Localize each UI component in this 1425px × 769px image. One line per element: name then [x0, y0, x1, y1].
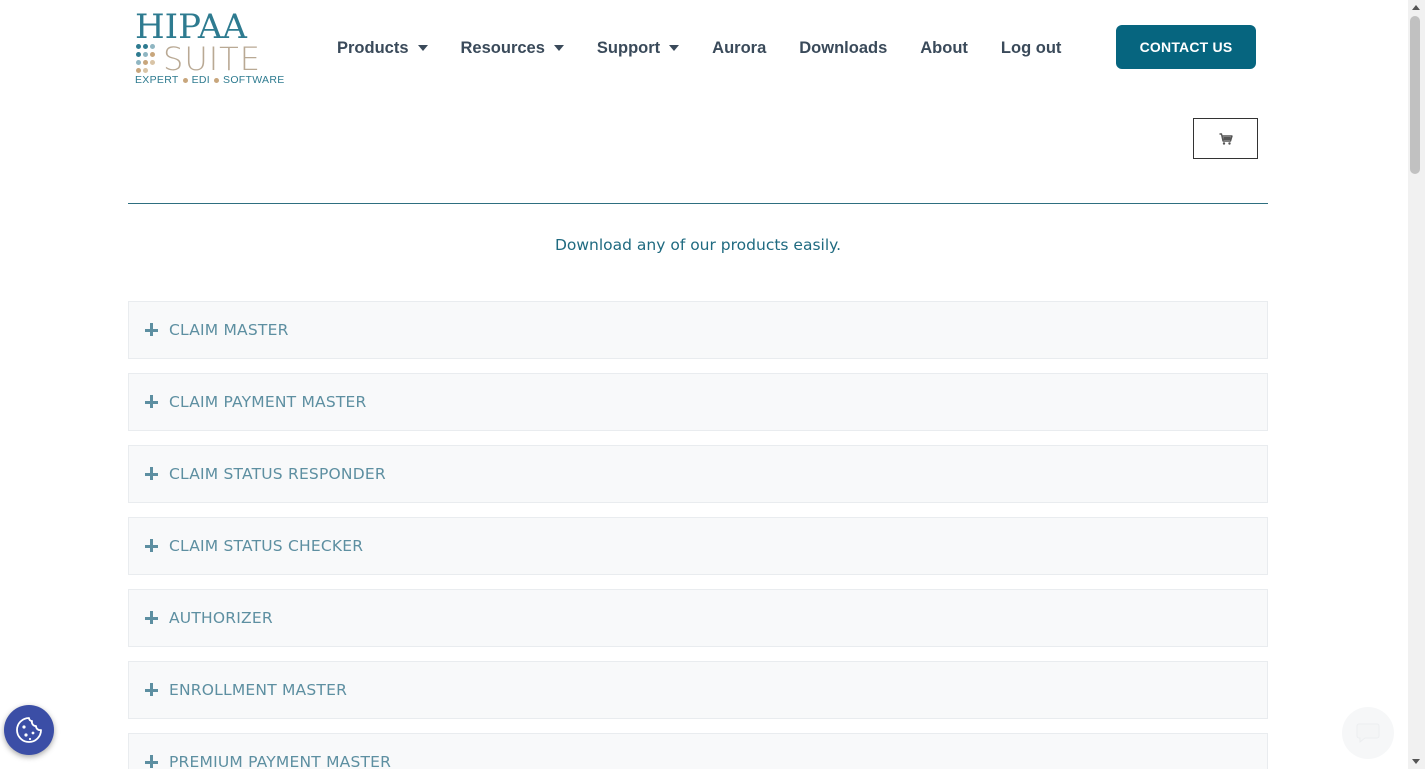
nav-item-label: Log out [1000, 38, 1062, 57]
nav-item-label: Products [337, 38, 409, 57]
chat-widget-button[interactable] [1342, 707, 1394, 759]
accordion-item-claim-status-checker[interactable]: CLAIM STATUS CHECKER [128, 517, 1268, 575]
nav-item-label: Support [596, 38, 661, 57]
accordion-title: ENROLLMENT MASTER [169, 681, 348, 699]
nav-item-aurora[interactable]: Aurora [712, 39, 766, 58]
plus-icon [145, 755, 159, 769]
cookie-settings-button[interactable] [4, 705, 54, 755]
nav-item-label: Aurora [712, 38, 767, 57]
logo-tagline-expert: EXPERT [135, 74, 179, 86]
intro-text: Download any of our products easily. [554, 236, 842, 254]
accordion-title: CLAIM STATUS RESPONDER [169, 465, 386, 483]
nav-item-downloads[interactable]: Downloads [799, 39, 887, 58]
logo-tagline-software: SOFTWARE [223, 74, 285, 86]
plus-icon [145, 539, 159, 553]
nav-item-label: About [920, 38, 968, 57]
nav-item-logout[interactable]: Log out [1001, 39, 1061, 58]
logo-separator-dot [214, 77, 220, 83]
logo-hipaa-text: HIPAA [135, 7, 247, 47]
scroll-up-arrow-icon[interactable] [1412, 5, 1420, 10]
plus-icon [145, 683, 159, 697]
accordion-item-claim-payment-master[interactable]: CLAIM PAYMENT MASTER [128, 373, 1268, 431]
accordion-item-claim-status-responder[interactable]: CLAIM STATUS RESPONDER [128, 445, 1268, 503]
plus-icon [145, 611, 159, 625]
logo-tagline-edi: EDI [191, 74, 211, 86]
caret-down-icon [553, 45, 564, 51]
cart-button[interactable] [1193, 118, 1258, 159]
caret-down-icon [417, 45, 428, 51]
cart-icon [1219, 132, 1233, 145]
accordion-item-enrollment-master[interactable]: ENROLLMENT MASTER [128, 661, 1268, 719]
accordion-title: CLAIM STATUS CHECKER [169, 537, 364, 555]
accordion-title: CLAIM PAYMENT MASTER [169, 393, 367, 411]
site-logo[interactable]: HIPAA SUITE EXPERT EDI SOFTWARE [135, 7, 284, 88]
downloads-accordion: CLAIM MASTER CLAIM PAYMENT MASTER CLAIM … [128, 301, 1268, 769]
accordion-item-claim-master[interactable]: CLAIM MASTER [128, 301, 1268, 359]
accordion-item-authorizer[interactable]: AUTHORIZER [128, 589, 1268, 647]
nav-item-label: Resources [460, 38, 545, 57]
plus-icon [145, 395, 159, 409]
accordion-title: AUTHORIZER [169, 609, 273, 627]
cookie-icon [16, 717, 42, 743]
accordion-title: CLAIM MASTER [169, 321, 289, 339]
accordion-item-premium-payment-master[interactable]: PREMIUM PAYMENT MASTER [128, 733, 1268, 769]
page-scrollbar[interactable] [1408, 0, 1425, 769]
logo-separator-dot [182, 77, 188, 83]
plus-icon [145, 467, 159, 481]
accordion-title: PREMIUM PAYMENT MASTER [169, 753, 392, 769]
plus-icon [145, 323, 159, 337]
header-divider [128, 203, 1268, 204]
nav-item-resources[interactable]: Resources [461, 39, 564, 58]
logo-suite-text: SUITE [163, 40, 261, 78]
scroll-down-arrow-icon[interactable] [1412, 759, 1420, 764]
nav-item-label: Downloads [799, 38, 888, 57]
nav-item-products[interactable]: Products [337, 39, 428, 58]
contact-us-button[interactable]: CONTACT US [1116, 25, 1256, 69]
caret-down-icon [669, 45, 680, 51]
logo-tagline: EXPERT EDI SOFTWARE [135, 74, 285, 86]
scrollbar-thumb[interactable] [1410, 16, 1420, 174]
nav-item-about[interactable]: About [920, 39, 968, 58]
nav-item-support[interactable]: Support [596, 38, 680, 58]
main-nav: Products Resources Support Aurora Downlo… [337, 37, 1094, 59]
chat-icon [1356, 723, 1380, 744]
